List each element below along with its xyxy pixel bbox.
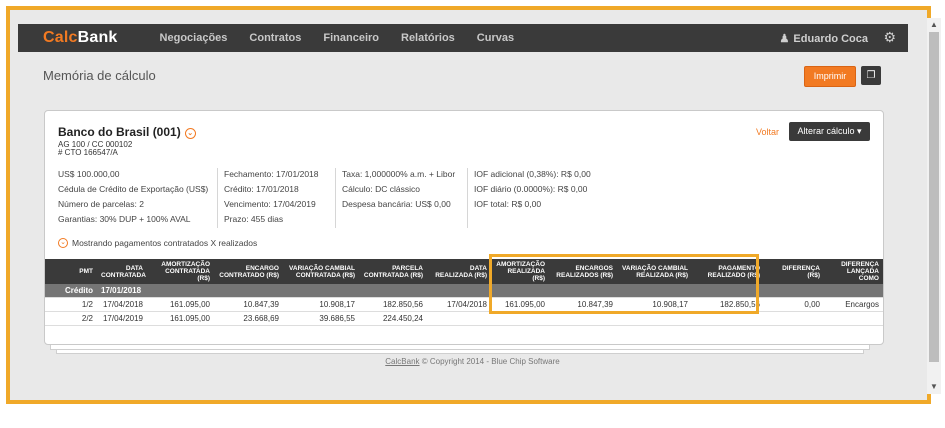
info-divider: [467, 168, 468, 228]
col-header-amortizacao-contratada: AMORTIZAÇÃO CONTRATADA (R$): [147, 259, 214, 284]
caret-down-icon: ▾: [857, 126, 862, 136]
nav-negociacoes[interactable]: Negociações: [160, 32, 228, 44]
scroll-down-arrow-icon[interactable]: ▼: [927, 380, 941, 394]
copy-icon: ❐: [866, 70, 876, 81]
expand-circle-icon[interactable]: ⌄: [184, 128, 196, 139]
info-col-contract: US$ 100.000,00 Cédula de Crédito de Expo…: [58, 169, 209, 224]
user-name: Eduardo Coca: [793, 32, 868, 45]
app-logo[interactable]: CalcBank: [43, 29, 118, 47]
realized-columns-highlight: [489, 254, 759, 314]
info-divider: [335, 168, 336, 228]
nav-curvas[interactable]: Curvas: [477, 32, 514, 44]
top-navbar: CalcBank Negociações Contratos Financeir…: [18, 24, 908, 52]
col-header-parcela-contratada: PARCELA CONTRATADA (R$): [359, 259, 427, 284]
alterar-calculo-button[interactable]: Alterar cálculo ▾: [789, 122, 870, 141]
nav-links: Negociações Contratos Financeiro Relatór…: [160, 32, 515, 44]
toggle-circle-icon: ⌄: [58, 238, 68, 248]
col-header-data-realizada: DATA REALIZADA (R$): [427, 259, 491, 284]
nav-financeiro[interactable]: Financeiro: [323, 32, 379, 44]
nav-contratos[interactable]: Contratos: [249, 32, 301, 44]
col-header-pmt: PMT: [45, 259, 97, 284]
col-header-variacao-contratada: VARIAÇÃO CAMBIAL CONTRATADA (R$): [283, 259, 359, 284]
info-divider: [217, 168, 218, 228]
payments-toggle[interactable]: ⌄ Mostrando pagamentos contratados X rea…: [58, 238, 257, 248]
col-header-data-contratada: DATA CONTRATADA: [97, 259, 147, 284]
user-icon: ♟: [779, 33, 790, 45]
voltar-link[interactable]: Voltar: [756, 127, 779, 137]
page-title: Memória de cálculo: [43, 68, 156, 83]
user-menu[interactable]: ♟ Eduardo Coca: [779, 32, 868, 46]
info-col-dates: Fechamento: 17/01/2018 Crédito: 17/01/20…: [224, 169, 319, 224]
footer-brand-link[interactable]: CalcBank: [385, 357, 419, 366]
scroll-thumb[interactable]: [929, 32, 939, 362]
scroll-up-arrow-icon[interactable]: ▲: [927, 18, 941, 32]
footer-copyright: © Copyright 2014 - Blue Chip Software: [419, 357, 560, 366]
info-col-rates: Taxa: 1,000000% a.m. + Libor Cálculo: DC…: [342, 169, 456, 209]
bank-title: Banco do Brasil (001) ⌄: [58, 125, 196, 139]
col-header-encargo-contratado: ENCARGO CONTRATADO (R$): [214, 259, 283, 284]
account-info: AG 100 / CC 000102 # CTO 166547/A: [58, 140, 133, 157]
col-header-diferenca-lancada: DIFERENÇA LANÇADA COMO: [824, 259, 883, 284]
col-header-diferenca: DIFERENÇA (R$): [764, 259, 824, 284]
info-col-iof: IOF adicional (0,38%): R$ 0,00 IOF diári…: [474, 169, 591, 209]
footer: CalcBank © Copyright 2014 - Blue Chip So…: [0, 357, 945, 366]
vertical-scrollbar[interactable]: ▲ ▼: [927, 18, 941, 394]
copy-button[interactable]: ❐: [861, 66, 881, 85]
gear-icon[interactable]: ⚙: [883, 29, 896, 46]
nav-relatorios[interactable]: Relatórios: [401, 32, 455, 44]
print-button[interactable]: Imprimir: [804, 66, 856, 87]
